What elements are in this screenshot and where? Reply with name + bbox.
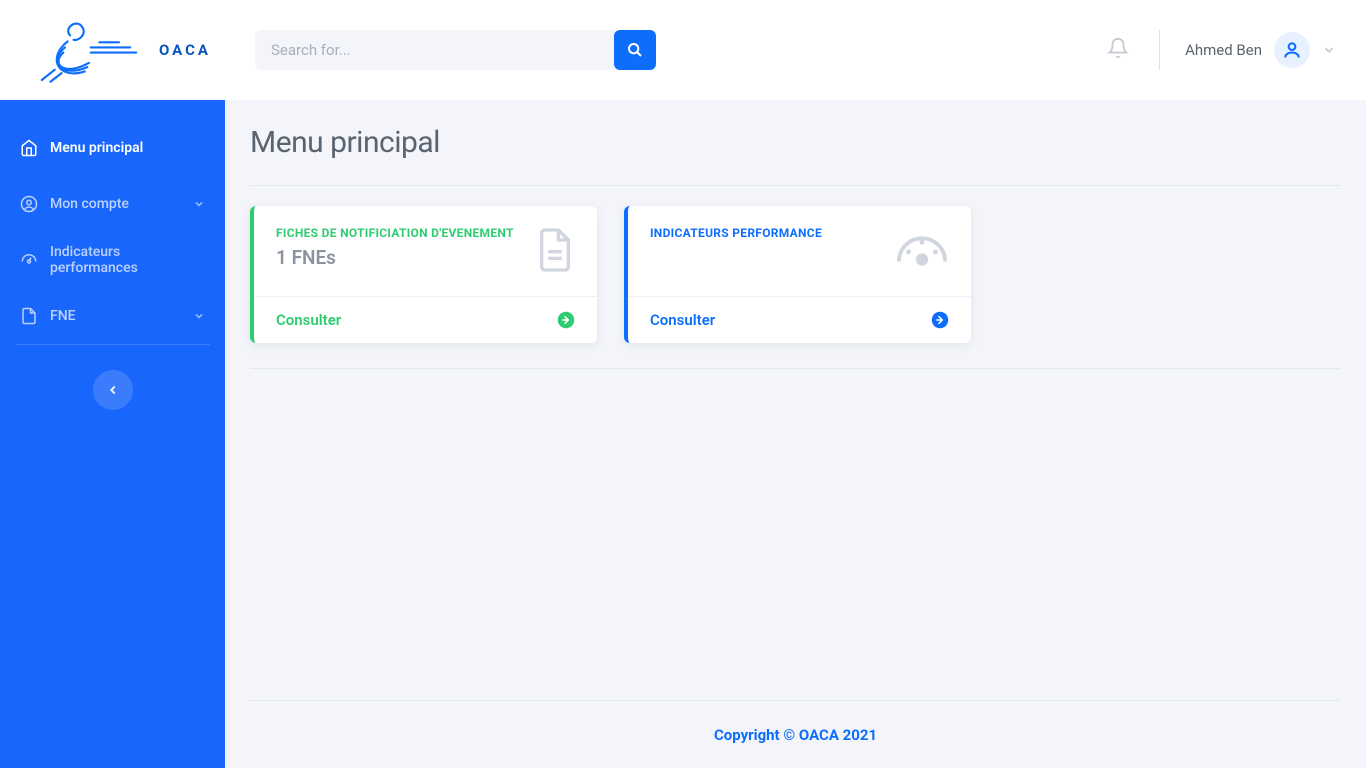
sidebar-item-label: Mon compte bbox=[50, 196, 193, 212]
cards-row: FICHES DE NOTIFICIATION D'EVENEMENT 1 FN… bbox=[250, 206, 1341, 369]
gauge-icon bbox=[895, 226, 949, 270]
gauge-icon bbox=[20, 251, 38, 269]
search-icon bbox=[627, 42, 643, 58]
arrow-right-circle-icon bbox=[931, 311, 949, 329]
sidebar-item-mon-compte[interactable]: Mon compte bbox=[0, 176, 225, 232]
header-right: Ahmed Ben bbox=[1102, 30, 1336, 70]
home-icon bbox=[20, 139, 38, 157]
chevron-left-icon bbox=[106, 383, 120, 397]
card-text: FICHES DE NOTIFICIATION D'EVENEMENT 1 FN… bbox=[276, 226, 514, 269]
user-menu[interactable]: Ahmed Ben bbox=[1185, 32, 1336, 68]
card-consulter-fne[interactable]: Consulter bbox=[254, 296, 597, 343]
sidebar-divider bbox=[15, 344, 210, 345]
body-wrapper: Menu principal Mon compte Indicateurs pe… bbox=[0, 100, 1366, 768]
main: Menu principal FICHES DE NOTIFICIATION D… bbox=[225, 100, 1366, 768]
sidebar-item-label: FNE bbox=[50, 308, 193, 324]
card-value: 1 FNEs bbox=[276, 246, 514, 269]
page-title: Menu principal bbox=[250, 125, 1341, 186]
sidebar-item-indicateurs[interactable]: Indicateurs performances bbox=[0, 232, 225, 288]
search-input[interactable] bbox=[255, 30, 615, 70]
logo-area: OACA bbox=[0, 10, 225, 90]
sidebar-item-label: Indicateurs performances bbox=[50, 244, 205, 276]
chevron-down-icon bbox=[1322, 43, 1336, 57]
card-consulter-indicateurs[interactable]: Consulter bbox=[628, 296, 971, 343]
logo-icon bbox=[29, 10, 149, 90]
header-divider bbox=[1159, 30, 1160, 70]
footer: Copyright © OACA 2021 bbox=[250, 700, 1341, 768]
chevron-down-icon bbox=[193, 198, 205, 210]
bell-icon bbox=[1107, 37, 1129, 59]
header: OACA Ahmed Ben bbox=[0, 0, 1366, 100]
notifications-button[interactable] bbox=[1102, 32, 1134, 68]
search-wrapper bbox=[255, 30, 656, 70]
user-icon bbox=[1282, 40, 1302, 60]
card-action-label: Consulter bbox=[650, 311, 715, 329]
sidebar-item-fne[interactable]: FNE bbox=[0, 288, 225, 344]
footer-text: Copyright © OACA 2021 bbox=[714, 726, 877, 744]
card-title: INDICATEURS PERFORMANCE bbox=[650, 226, 822, 240]
user-circle-icon bbox=[20, 195, 38, 213]
sidebar: Menu principal Mon compte Indicateurs pe… bbox=[0, 100, 225, 768]
sidebar-item-menu-principal[interactable]: Menu principal bbox=[0, 120, 225, 176]
user-name: Ahmed Ben bbox=[1185, 41, 1262, 59]
chevron-down-icon bbox=[193, 310, 205, 322]
sidebar-item-label: Menu principal bbox=[50, 140, 205, 156]
card-action-label: Consulter bbox=[276, 311, 341, 329]
card-fne: FICHES DE NOTIFICIATION D'EVENEMENT 1 FN… bbox=[250, 206, 597, 343]
arrow-right-circle-icon bbox=[557, 311, 575, 329]
file-icon bbox=[20, 307, 38, 325]
content: Menu principal FICHES DE NOTIFICIATION D… bbox=[225, 100, 1366, 700]
card-indicateurs: INDICATEURS PERFORMANCE Consulter bbox=[624, 206, 971, 343]
avatar bbox=[1274, 32, 1310, 68]
search-button[interactable] bbox=[614, 30, 656, 70]
card-text: INDICATEURS PERFORMANCE bbox=[650, 226, 822, 246]
card-title: FICHES DE NOTIFICIATION D'EVENEMENT bbox=[276, 226, 514, 240]
brand-text: OACA bbox=[159, 41, 211, 59]
card-body: INDICATEURS PERFORMANCE bbox=[628, 206, 971, 296]
document-icon bbox=[535, 226, 575, 274]
card-body: FICHES DE NOTIFICIATION D'EVENEMENT 1 FN… bbox=[254, 206, 597, 296]
sidebar-collapse-button[interactable] bbox=[93, 370, 133, 410]
